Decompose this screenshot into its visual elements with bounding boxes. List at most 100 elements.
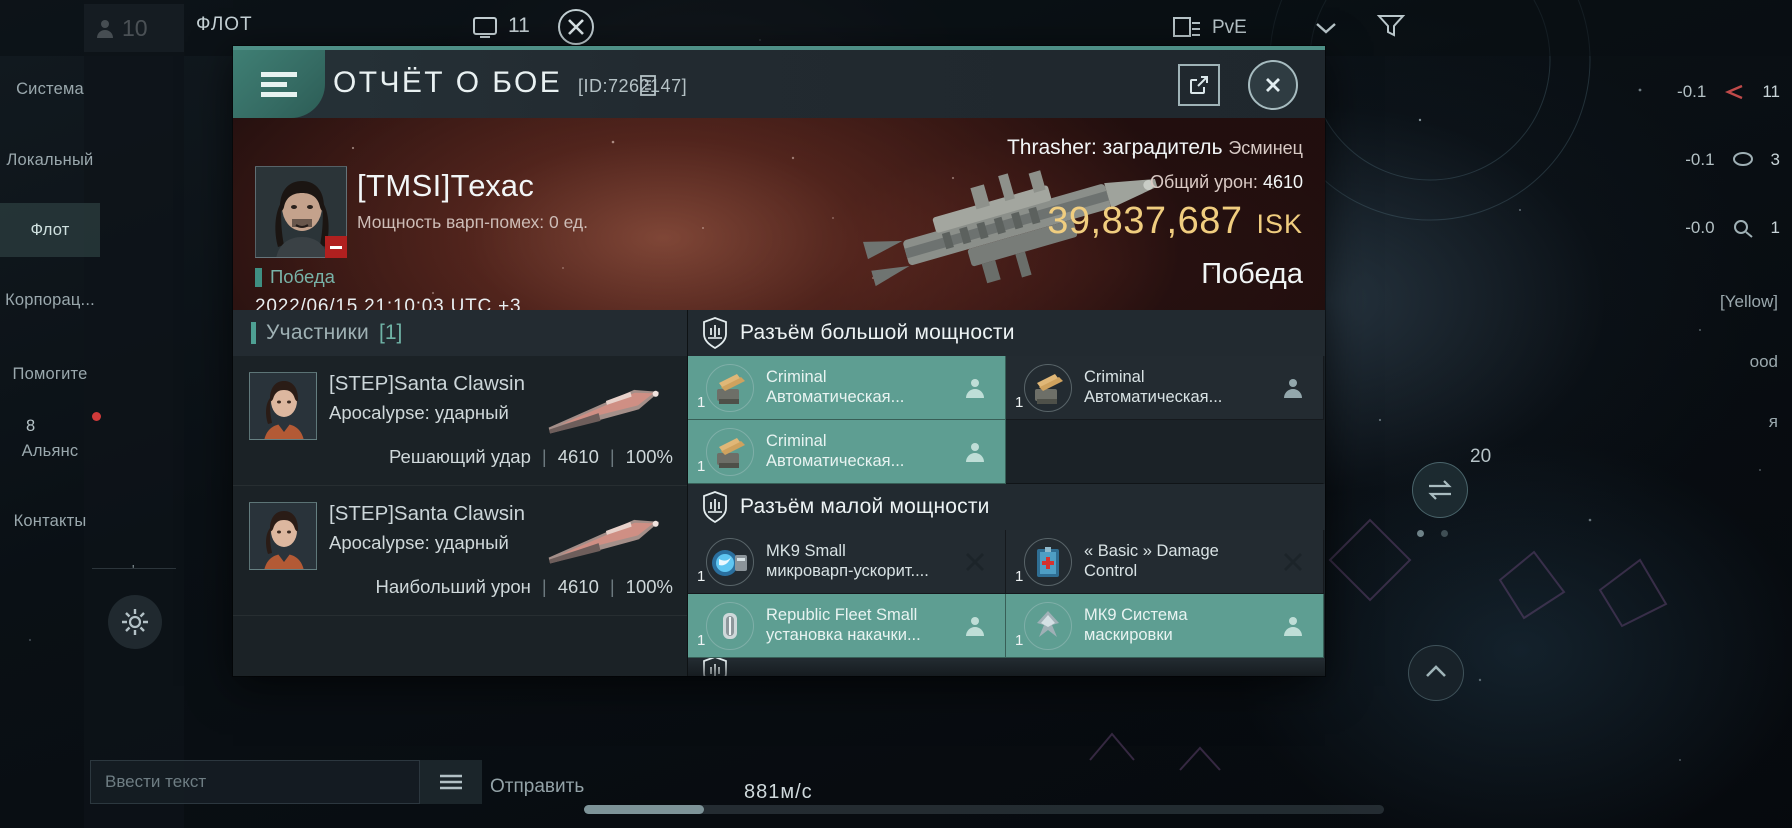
- module-line2: Автоматическая...: [1084, 388, 1223, 406]
- module-line2: Автоматическая...: [766, 452, 905, 470]
- sidebar-item-corp[interactable]: Корпорац...: [0, 273, 100, 327]
- person-icon[interactable]: [1281, 376, 1305, 400]
- stat-label: Решающий удар: [389, 446, 531, 467]
- module-cell[interactable]: 1 MK9 Small микроварп-ускорит....: [688, 530, 1006, 594]
- result-accent-bar: [255, 267, 262, 287]
- cloaking-device-icon: [1024, 602, 1072, 650]
- module-cell[interactable]: 1 Criminal Автоматическая...: [1006, 356, 1324, 420]
- module-text: МК9 Система маскировки: [1084, 605, 1274, 645]
- standing-badge: [325, 236, 347, 258]
- carousel-dot[interactable]: [1441, 530, 1448, 537]
- hud-row: -0.1 3: [1685, 150, 1780, 170]
- screen-count-label: 11: [508, 14, 530, 37]
- settings-button[interactable]: [108, 595, 162, 649]
- dialog-title: ОТЧЁТ О БОЕ: [333, 66, 563, 99]
- chevron-down-icon[interactable]: [1315, 21, 1337, 35]
- stat-percent: 100%: [625, 446, 673, 467]
- carousel-dot[interactable]: [1417, 530, 1424, 537]
- module-cell[interactable]: 1 Criminal Автоматическая...: [688, 356, 1006, 420]
- participant-avatar: [249, 372, 317, 440]
- settings-sliders-icon: [1173, 17, 1200, 37]
- module-cell-empty: [1006, 420, 1324, 484]
- module-line2: маскировки: [1084, 626, 1173, 644]
- fleet-tab-label[interactable]: ФЛОТ: [196, 14, 253, 36]
- dialog-close-button[interactable]: [1248, 60, 1298, 110]
- person-icon[interactable]: [1281, 614, 1305, 638]
- ship-class: Эсминец: [1228, 138, 1303, 158]
- sidebar-label: Локальный: [6, 150, 94, 169]
- report-id: [ID:7262147]: [578, 76, 688, 96]
- swap-button[interactable]: [1412, 462, 1468, 518]
- participant-row[interactable]: [STEP]Santa Clawsin Apocalypse: ударный …: [233, 356, 687, 486]
- damage-control-icon: [1024, 538, 1072, 586]
- isk-value: 39,837,687: [1047, 200, 1243, 242]
- result-marker: Победа: [255, 266, 335, 288]
- stat-sep: |: [541, 576, 547, 597]
- module-cell[interactable]: 1 « Basic » Damage Control: [1006, 530, 1324, 594]
- participants-count: [1]: [379, 321, 403, 344]
- module-line1: « Basic » Damage: [1084, 542, 1219, 560]
- sidebar-item-fleet[interactable]: Флот: [0, 203, 100, 257]
- sidebar-item-help[interactable]: Помогите: [0, 347, 100, 401]
- share-icon: [1190, 76, 1208, 94]
- sidebar-item-system[interactable]: Система: [0, 62, 100, 116]
- chat-input[interactable]: Ввести текст: [90, 760, 420, 804]
- module-cell[interactable]: 1 Republic Fleet Small установка накачки…: [688, 594, 1006, 658]
- participants-title: Участники: [266, 321, 370, 344]
- isk-currency: ISK: [1256, 209, 1303, 239]
- chevron-up-icon: [1426, 665, 1446, 677]
- result-label: Победа: [270, 266, 335, 287]
- close-icon[interactable]: [963, 550, 987, 574]
- low-slot-header: Разъём малой мощности: [688, 484, 1325, 530]
- rig-slot-icon: [703, 658, 727, 676]
- person-icon[interactable]: [963, 376, 987, 400]
- module-line1: Criminal: [766, 432, 827, 450]
- module-line1: Criminal: [766, 368, 827, 386]
- module-line2: установка накачки...: [766, 626, 921, 644]
- high-slot-header: Разъём большой мощности: [688, 310, 1325, 356]
- isk-line: 39,837,687 ISK: [1047, 200, 1303, 243]
- dialog-menu-button[interactable]: [233, 50, 325, 118]
- participant-row[interactable]: [STEP]Santa Clawsin Apocalypse: ударный …: [233, 486, 687, 616]
- module-line1: Republic Fleet Small: [766, 606, 918, 624]
- module-text: Criminal Автоматическая...: [766, 367, 956, 407]
- person-icon[interactable]: [963, 440, 987, 464]
- module-cell[interactable]: 1 Criminal Автоматическая...: [688, 420, 1006, 484]
- module-line1: МК9 Система: [1084, 606, 1188, 624]
- mode-label: PvE: [1212, 17, 1247, 38]
- next-slot-header-partial: [688, 658, 1325, 676]
- copy-icon[interactable]: [639, 74, 659, 98]
- sidebar-item-local[interactable]: Локальный: [0, 133, 100, 187]
- module-line1: MK9 Small: [766, 542, 846, 560]
- filter-icon[interactable]: [1376, 12, 1406, 38]
- module-quantity: 1: [697, 632, 706, 649]
- hud-tag: ood: [1749, 352, 1778, 371]
- mode-selector[interactable]: PvE: [1172, 6, 1362, 50]
- stat-label: Наибольший урон: [375, 576, 531, 597]
- participant-ship-render: [548, 389, 660, 434]
- chat-bar: Ввести текст Отправить 881м/с: [84, 738, 1792, 828]
- close-fleet-icon[interactable]: [557, 8, 595, 46]
- total-damage-line: Общий урон: 4610: [1150, 172, 1303, 193]
- close-icon[interactable]: [1281, 550, 1305, 574]
- ascend-button[interactable]: [1408, 645, 1464, 701]
- sidebar-label: Помогите: [12, 364, 88, 383]
- chat-menu-button[interactable]: [420, 760, 482, 804]
- participant-ship-render: [548, 519, 660, 564]
- send-button[interactable]: Отправить: [490, 776, 584, 798]
- share-button[interactable]: [1178, 64, 1220, 106]
- high-slot-title: Разъём большой мощности: [740, 321, 1015, 344]
- module-cell[interactable]: 1 МК9 Система маскировки: [1006, 594, 1324, 658]
- stat-damage: 4610: [557, 576, 599, 597]
- sidebar-item-contacts[interactable]: Контакты: [0, 494, 100, 548]
- avatar-art: [250, 503, 316, 569]
- module-line2: Автоматическая...: [766, 388, 905, 406]
- person-icon[interactable]: [963, 614, 987, 638]
- hamburger-icon: [440, 774, 462, 790]
- speed-slider[interactable]: [584, 805, 1384, 814]
- gear-icon: [122, 609, 148, 635]
- sidebar-item-alliance[interactable]: Альянс: [0, 424, 100, 478]
- search-icon: [1733, 220, 1753, 238]
- microwarpdrive-icon: [706, 538, 754, 586]
- autocannon-icon: [1024, 364, 1072, 412]
